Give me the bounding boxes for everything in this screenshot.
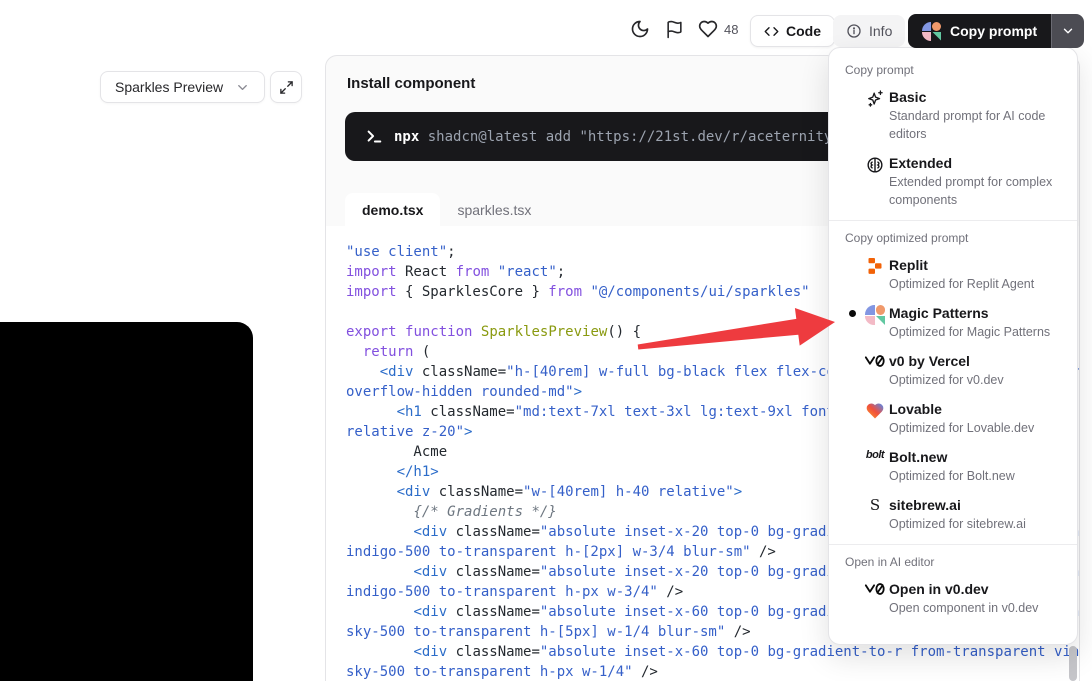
code-tab-button[interactable]: Code (750, 15, 835, 47)
magic-patterns-icon (922, 22, 941, 41)
bolt-icon: bolt (861, 447, 889, 485)
menu-item-replit[interactable]: ReplitOptimized for Replit Agent (829, 251, 1077, 299)
info-tab-button[interactable]: Info (833, 15, 905, 47)
menu-item-desc: Optimized for Replit Agent (889, 275, 1063, 293)
menu-item-title: Open in v0.dev (889, 579, 1063, 599)
menu-section-label: Open in AI editor (845, 554, 1061, 571)
code-line: <div className="absolute inset-x-60 top-… (346, 642, 1079, 662)
menu-item-desc: Standard prompt for AI code editors (889, 107, 1063, 143)
menu-item-title: sitebrew.ai (889, 495, 1063, 515)
menu-item-desc: Optimized for Lovable.dev (889, 419, 1063, 437)
code-brackets-icon (764, 24, 779, 39)
tab-demo-tsx[interactable]: demo.tsx (345, 193, 440, 226)
bullet-spacer (843, 399, 861, 437)
menu-item-desc: Optimized for Magic Patterns (889, 323, 1063, 341)
scrollbar-thumb[interactable] (1069, 646, 1077, 681)
sparkles-icon (861, 87, 889, 143)
menu-item-bolt-new[interactable]: boltBolt.newOptimized for Bolt.new (829, 443, 1077, 491)
menu-item-lovable[interactable]: LovableOptimized for Lovable.dev (829, 395, 1077, 443)
fullscreen-button[interactable] (270, 71, 302, 103)
magic-patterns-icon (861, 303, 889, 341)
preview-variant-label: Sparkles Preview (115, 79, 223, 95)
info-icon (846, 23, 862, 39)
heart-icon (698, 19, 718, 39)
lovable-icon (861, 399, 889, 437)
flag-icon (665, 20, 684, 39)
code-button-label: Code (786, 23, 821, 39)
theme-toggle-button[interactable] (627, 16, 653, 42)
menu-section-label: Copy optimized prompt (845, 230, 1061, 247)
menu-item-title: Extended (889, 153, 1063, 173)
preview-variant-select[interactable]: Sparkles Preview (100, 71, 265, 103)
bullet-spacer (843, 255, 861, 293)
panel-title: Install component (347, 75, 475, 92)
copy-prompt-menu: Copy prompt BasicStandard prompt for AI c… (828, 47, 1078, 645)
code-line: sky-500 to-transparent h-px w-1/4" /> (346, 662, 1079, 681)
terminal-prompt-icon (365, 128, 383, 146)
chevron-down-icon (1061, 24, 1075, 38)
expand-icon (279, 80, 294, 95)
chevron-down-icon (235, 80, 250, 95)
copy-prompt-button[interactable]: Copy prompt (908, 14, 1051, 48)
v0-icon (861, 351, 889, 389)
bullet-spacer (843, 351, 861, 389)
menu-item-desc: Optimized for v0.dev (889, 371, 1063, 389)
replit-icon (861, 255, 889, 293)
bullet-spacer (843, 579, 861, 617)
menu-divider (829, 220, 1077, 221)
menu-item-desc: Extended prompt for complex components (889, 173, 1063, 209)
menu-item-title: Magic Patterns (889, 303, 1063, 323)
menu-item-title: Replit (889, 255, 1063, 275)
info-button-label: Info (869, 23, 892, 39)
menu-item-v0-by-vercel[interactable]: v0 by VercelOptimized for v0.dev (829, 347, 1077, 395)
menu-item-extended[interactable]: ExtendedExtended prompt for complex comp… (829, 149, 1077, 215)
v0-icon (861, 579, 889, 617)
menu-item-title: v0 by Vercel (889, 351, 1063, 371)
menu-item-title: Bolt.new (889, 447, 1063, 467)
app-screen: 48 Code Info Copy prompt Sparkles Previe… (0, 0, 1092, 681)
report-flag-button[interactable] (661, 16, 687, 42)
menu-item-title: Lovable (889, 399, 1063, 419)
copy-prompt-label: Copy prompt (950, 23, 1037, 39)
bullet-spacer (843, 87, 861, 143)
bullet-spacer (843, 447, 861, 485)
menu-item-basic[interactable]: BasicStandard prompt for AI code editors (829, 83, 1077, 149)
menu-item-sitebrew-ai[interactable]: Ssitebrew.aiOptimized for sitebrew.ai (829, 491, 1077, 539)
likes-count: 48 (724, 22, 738, 37)
bullet-spacer (843, 495, 861, 533)
menu-item-title: Basic (889, 87, 1063, 107)
menu-section-label: Copy prompt (845, 62, 1061, 79)
bullet-spacer (843, 153, 861, 209)
tab-sparkles-tsx[interactable]: sparkles.tsx (440, 193, 548, 226)
menu-item-open-in-v0-dev[interactable]: Open in v0.devOpen component in v0.dev (829, 575, 1077, 623)
menu-item-magic-patterns[interactable]: Magic PatternsOptimized for Magic Patter… (829, 299, 1077, 347)
terminal-command-npx: npx (394, 129, 419, 145)
component-preview (0, 322, 253, 681)
menu-divider (829, 544, 1077, 545)
moon-icon (630, 19, 650, 39)
code-file-tabs: demo.tsx sparkles.tsx (345, 193, 548, 226)
selected-item-bullet (843, 303, 861, 341)
menu-item-desc: Optimized for Bolt.new (889, 467, 1063, 485)
brain-icon (861, 153, 889, 209)
sitebrew-icon: S (861, 495, 889, 533)
menu-item-desc: Optimized for sitebrew.ai (889, 515, 1063, 533)
menu-item-desc: Open component in v0.dev (889, 599, 1063, 617)
copy-prompt-split-button: Copy prompt (908, 14, 1084, 48)
copy-prompt-dropdown-toggle[interactable] (1051, 14, 1084, 48)
like-button[interactable] (695, 16, 721, 42)
